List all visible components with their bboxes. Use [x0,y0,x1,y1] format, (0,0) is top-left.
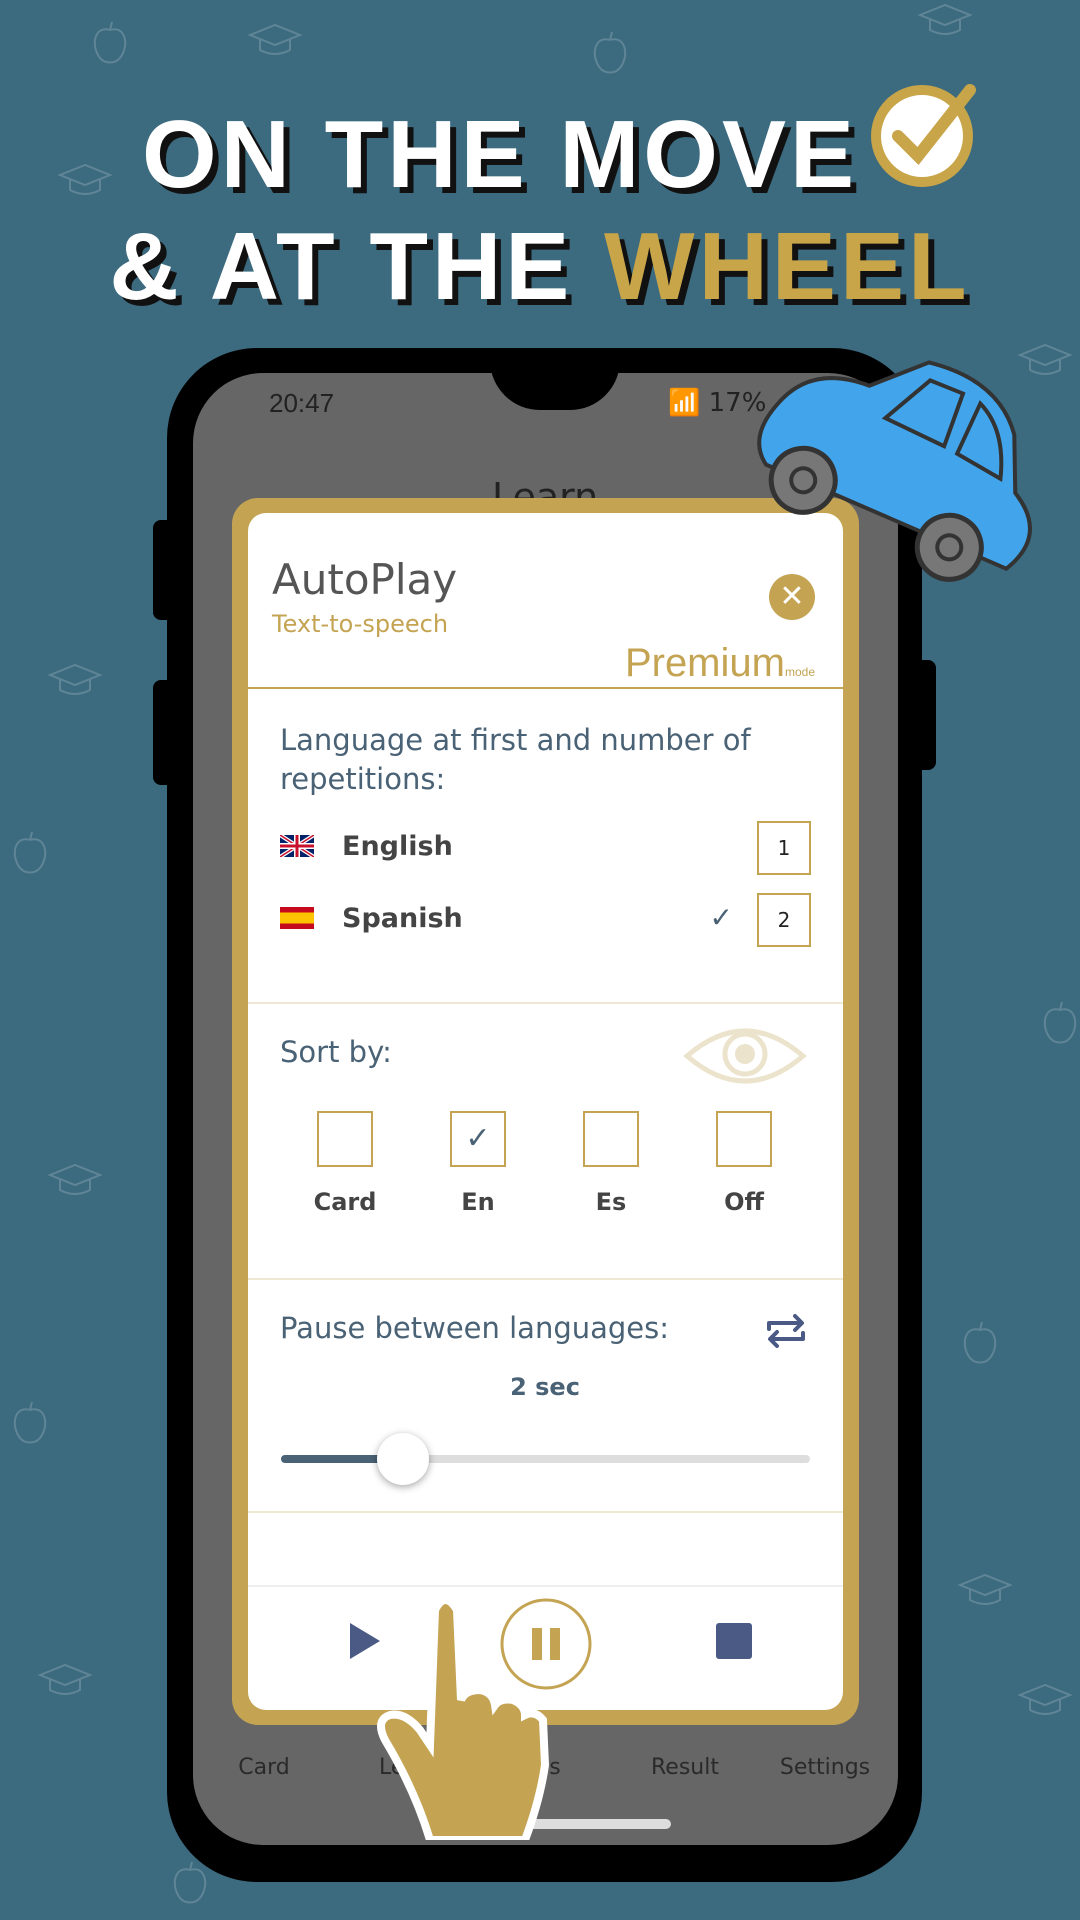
car-illustration [757,360,1032,582]
headline-highlight: WHEEL [603,213,971,320]
sort-checkbox-card[interactable] [317,1111,373,1167]
check-icon[interactable]: ✓ [710,901,733,934]
status-time: 20:47 [269,388,335,418]
repetitions-input[interactable]: 1 [757,821,811,875]
nav-card[interactable]: Card [238,1755,289,1780]
sort-label-off: Off [724,1188,764,1216]
sort-checkbox-en[interactable]: ✓ [450,1111,506,1167]
dialog-subtitle: Text-to-speech [272,610,449,638]
language-label: Language at first and number of repetiti… [280,723,751,796]
stop-icon[interactable] [714,1621,754,1661]
section-divider [248,1511,843,1513]
language-row-spanish: Spanish ✓ 2 [280,893,811,947]
premium-mode: mode [784,665,815,679]
sort-label-es: Es [595,1188,627,1216]
headline-prefix: & AT THE [109,213,604,320]
headline-line2: & AT THE WHEEL [0,212,1080,322]
pause-slider[interactable] [281,1433,810,1485]
sort-label-card: Card [313,1188,377,1216]
pause-value: 2 sec [510,1373,580,1401]
section-divider [248,1585,843,1587]
sort-checkbox-off[interactable] [716,1111,772,1167]
spain-flag-icon [280,907,314,929]
check-circle-icon [871,84,976,187]
autoplay-dialog: AutoPlay Text-to-speech ✕ Premiummode La… [248,513,843,1710]
header-divider [248,687,843,689]
premium-badge: Premiummode [625,641,815,686]
section-divider [248,1278,843,1280]
dialog-title: AutoPlay [272,555,458,604]
language-row-english: English 1 [280,821,811,875]
sort-label-en: En [461,1188,495,1216]
language-name: English [342,831,453,862]
uk-flag-icon [280,835,314,857]
sort-checkbox-es[interactable] [583,1111,639,1167]
eye-icon[interactable] [683,1021,807,1091]
pointing-hand-icon [377,1596,550,1840]
pause-label: Pause between languages: [280,1311,670,1345]
sort-label: Sort by: [280,1035,392,1069]
nav-settings[interactable]: Settings [780,1755,870,1780]
slider-thumb[interactable] [376,1433,429,1485]
nav-result[interactable]: Result [651,1755,719,1780]
premium-text: Premium [624,641,785,685]
section-divider [248,1002,843,1004]
repetitions-input[interactable]: 2 [757,893,811,947]
language-name: Spanish [342,903,463,934]
repeat-icon[interactable] [763,1311,809,1351]
